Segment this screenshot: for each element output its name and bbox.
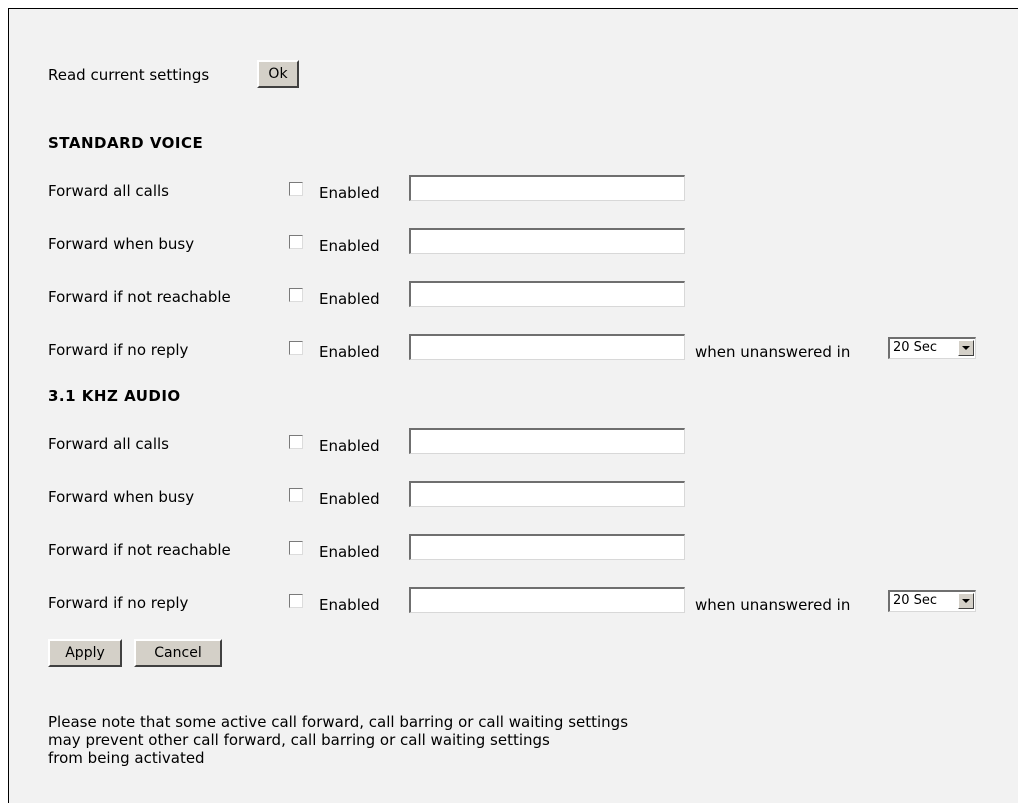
row-label: Forward if no reply	[48, 594, 189, 612]
unanswered-timeout-select[interactable]: 20 Sec	[888, 590, 976, 612]
unanswered-timeout-select[interactable]: 20 Sec	[888, 337, 976, 359]
enabled-checkbox[interactable]	[289, 488, 303, 502]
enabled-checkbox[interactable]	[289, 594, 303, 608]
enabled-checkbox[interactable]	[289, 341, 303, 355]
chevron-down-icon[interactable]	[958, 340, 974, 356]
row-label: Forward if not reachable	[48, 288, 231, 306]
forward-number-input[interactable]	[409, 175, 685, 201]
row-label: Forward all calls	[48, 182, 169, 200]
apply-button[interactable]: Apply	[48, 639, 122, 667]
enabled-label: Enabled	[319, 543, 380, 561]
row-label: Forward all calls	[48, 435, 169, 453]
settings-panel: Read current settings Ok STANDARD VOICE …	[8, 8, 1018, 803]
note-text: Please note that some active call forwar…	[48, 713, 628, 767]
row-label: Forward when busy	[48, 235, 195, 253]
enabled-checkbox[interactable]	[289, 235, 303, 249]
note-line: from being activated	[48, 749, 205, 767]
forward-number-input[interactable]	[409, 228, 685, 254]
unanswered-label: when unanswered in	[695, 596, 851, 614]
enabled-checkbox[interactable]	[289, 182, 303, 196]
enabled-label: Enabled	[319, 184, 380, 202]
forward-number-input[interactable]	[409, 334, 685, 360]
enabled-label: Enabled	[319, 490, 380, 508]
unanswered-timeout-value: 20 Sec	[893, 593, 938, 608]
cancel-button[interactable]: Cancel	[134, 639, 222, 667]
note-line: may prevent other call forward, call bar…	[48, 731, 550, 749]
chevron-down-icon[interactable]	[958, 593, 974, 609]
forward-number-input[interactable]	[409, 281, 685, 307]
enabled-checkbox[interactable]	[289, 435, 303, 449]
read-settings-ok-button[interactable]: Ok	[257, 60, 299, 88]
row-label: Forward if not reachable	[48, 541, 231, 559]
row-label: Forward if no reply	[48, 341, 189, 359]
row-label: Forward when busy	[48, 488, 195, 506]
section-title-3-1-khz-audio: 3.1 KHZ AUDIO	[48, 387, 181, 405]
unanswered-timeout-value: 20 Sec	[893, 340, 938, 355]
forward-number-input[interactable]	[409, 428, 685, 454]
enabled-label: Enabled	[319, 290, 380, 308]
read-settings-label: Read current settings	[48, 66, 210, 84]
section-title-standard-voice: STANDARD VOICE	[48, 134, 204, 152]
forward-number-input[interactable]	[409, 534, 685, 560]
enabled-label: Enabled	[319, 343, 380, 361]
forward-number-input[interactable]	[409, 587, 685, 613]
enabled-label: Enabled	[319, 437, 380, 455]
note-line: Please note that some active call forwar…	[48, 713, 629, 731]
enabled-label: Enabled	[319, 237, 380, 255]
enabled-label: Enabled	[319, 596, 380, 614]
unanswered-label: when unanswered in	[695, 343, 851, 361]
enabled-checkbox[interactable]	[289, 288, 303, 302]
forward-number-input[interactable]	[409, 481, 685, 507]
enabled-checkbox[interactable]	[289, 541, 303, 555]
